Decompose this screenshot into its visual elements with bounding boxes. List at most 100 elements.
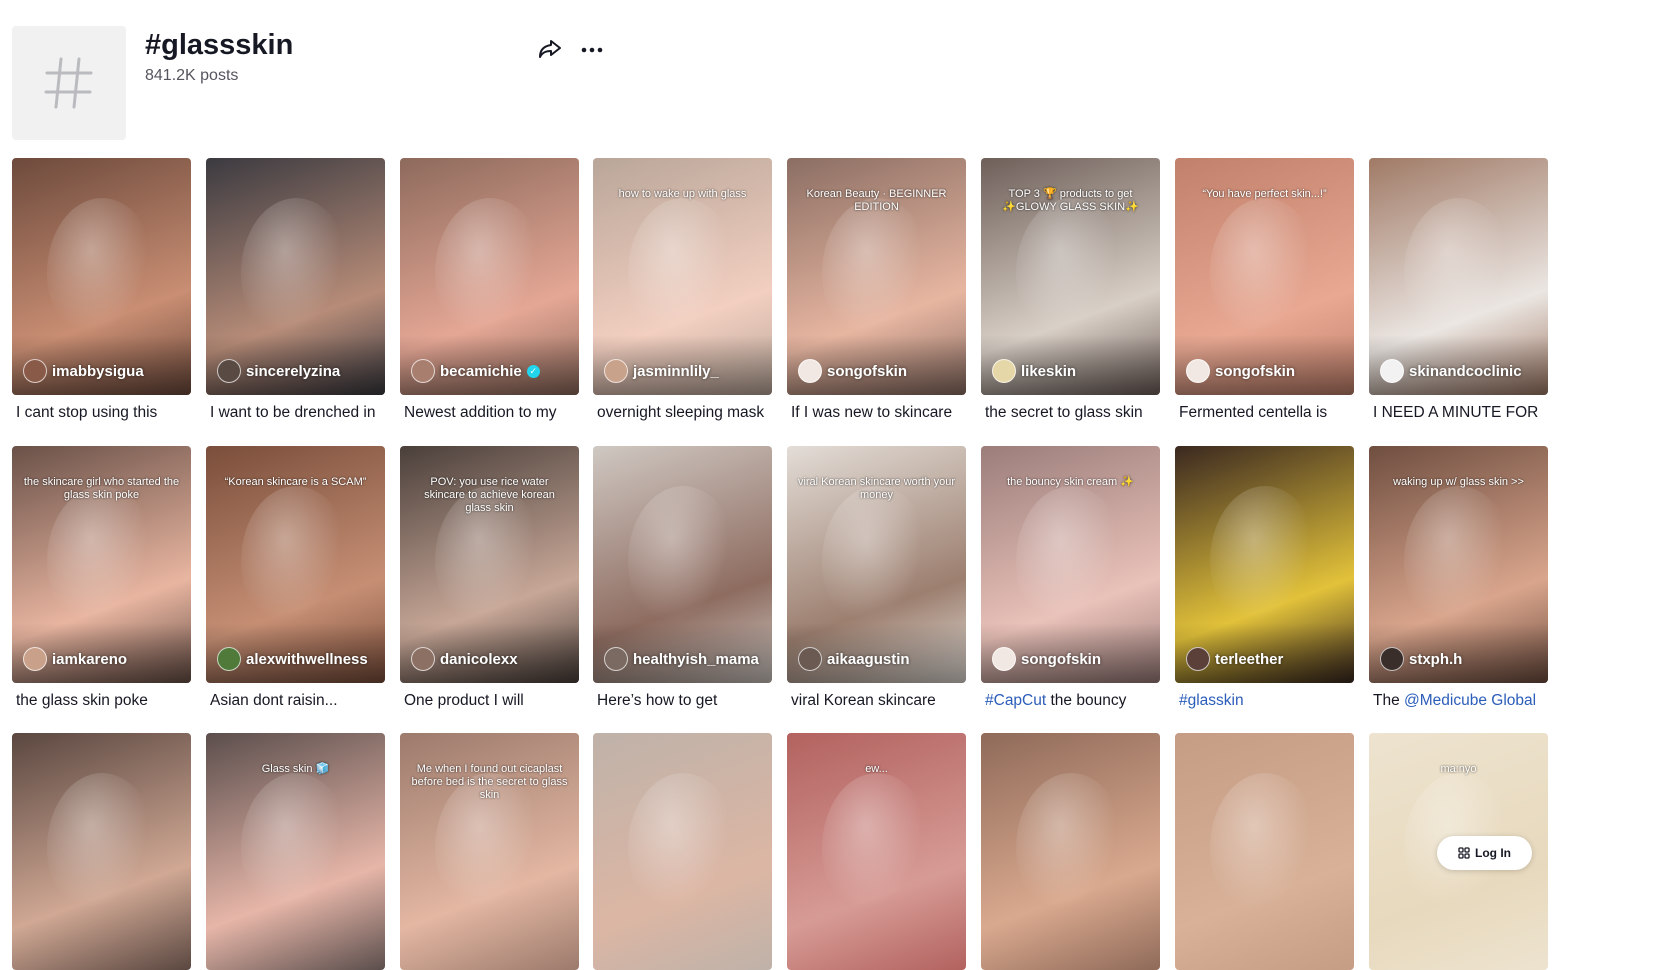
video-overlay-text: Korean Beauty · BEGINNER EDITION: [806, 188, 947, 213]
author-name: imabbysigua: [52, 362, 144, 380]
video-thumbnail[interactable]: terleether: [1175, 446, 1354, 683]
video-author[interactable]: songofskin: [1186, 359, 1295, 383]
author-name: skinandcoclinic: [1409, 362, 1522, 380]
author-name: stxph.h: [1409, 650, 1463, 668]
video-thumbnail[interactable]: Me when I found out cicaplast before bed…: [400, 733, 579, 970]
video-thumbnail[interactable]: how to wake up with glass jasminnlily_: [593, 158, 772, 395]
video-author[interactable]: sincerelyzina: [217, 359, 340, 383]
author-avatar: [1186, 359, 1210, 383]
video-thumbnail[interactable]: skinandcoclinic: [1369, 158, 1548, 395]
caption-text: the glass skin poke: [16, 692, 148, 709]
video-thumbnail[interactable]: TOP 3 🏆 products to get ✨GLOWY GLASS SKI…: [981, 158, 1160, 395]
thumbnail-subject: [628, 773, 738, 923]
video-thumbnail[interactable]: the skincare girl who started the glass …: [12, 446, 191, 683]
author-avatar: [217, 647, 241, 671]
video-thumbnail[interactable]: waking up w/ glass skin >> stxph.h: [1369, 446, 1548, 683]
video-card[interactable]: imabbysigua I cant stop using this: [12, 158, 191, 422]
video-author[interactable]: danicolexx: [411, 647, 518, 671]
video-author[interactable]: skinandcoclinic: [1380, 359, 1522, 383]
video-card[interactable]: [593, 733, 772, 970]
video-card[interactable]: “Korean skincare is a SCAM” alexwithwelln…: [206, 446, 385, 710]
author-name: sincerelyzina: [246, 362, 341, 380]
video-card[interactable]: the skincare girl who started the glass …: [12, 446, 191, 710]
video-caption: the secret to glass skin: [981, 404, 1160, 422]
thumbnail-subject: [241, 486, 351, 636]
caption-hashtag-link[interactable]: @Medicube Global: [1404, 692, 1536, 709]
video-card[interactable]: viral Korean skincare worth your money ai…: [787, 446, 966, 710]
video-author[interactable]: songofskin: [798, 359, 907, 383]
video-author[interactable]: likeskin: [992, 359, 1076, 383]
video-card[interactable]: ew...: [787, 733, 966, 970]
author-name: aikaagustin: [827, 650, 910, 668]
video-card[interactable]: Glass skin 🧊: [206, 733, 385, 970]
video-card[interactable]: [12, 733, 191, 970]
video-thumbnail[interactable]: [12, 733, 191, 970]
video-thumbnail[interactable]: viral Korean skincare worth your money ai…: [787, 446, 966, 683]
video-author[interactable]: jasminnlily_: [604, 359, 719, 383]
login-button[interactable]: Log In: [1437, 836, 1532, 870]
thumbnail-subject: [435, 198, 545, 348]
caption-hashtag-link[interactable]: #glasskin: [1179, 692, 1244, 709]
video-card[interactable]: the bouncy skin cream ✨ songofskin #CapCut…: [981, 446, 1160, 710]
video-author[interactable]: imabbysigua: [23, 359, 144, 383]
thumbnail-subject: [822, 773, 932, 923]
video-card[interactable]: Korean Beauty · BEGINNER EDITION songofsk…: [787, 158, 966, 422]
video-card[interactable]: how to wake up with glass jasminnlily_ ove…: [593, 158, 772, 422]
video-thumbnail[interactable]: “Korean skincare is a SCAM” alexwithwelln…: [206, 446, 385, 683]
author-name: danicolexx: [440, 650, 518, 668]
video-thumbnail[interactable]: POV: you use rice water skincare to achi…: [400, 446, 579, 683]
video-thumbnail[interactable]: [593, 733, 772, 970]
video-card[interactable]: Me when I found out cicaplast before bed…: [400, 733, 579, 970]
video-card[interactable]: POV: you use rice water skincare to achi…: [400, 446, 579, 710]
thumbnail-subject: [47, 486, 157, 636]
video-author[interactable]: aikaagustin: [798, 647, 910, 671]
caption-prefix: The: [1373, 692, 1405, 709]
video-thumbnail[interactable]: Korean Beauty · BEGINNER EDITION songofsk…: [787, 158, 966, 395]
author-avatar: [604, 647, 628, 671]
video-caption: the glass skin poke: [12, 692, 191, 710]
video-thumbnail[interactable]: healthyish_mama: [593, 446, 772, 683]
more-options-button[interactable]: [578, 36, 606, 64]
video-thumbnail[interactable]: Glass skin 🧊: [206, 733, 385, 970]
thumbnail-subject: [822, 198, 932, 348]
video-author[interactable]: alexwithwellness: [217, 647, 368, 671]
video-card[interactable]: sincerelyzina I want to be drenched in: [206, 158, 385, 422]
video-overlay-text: Me when I found out cicaplast before bed…: [411, 763, 568, 801]
video-author[interactable]: iamkareno: [23, 647, 127, 671]
video-thumbnail[interactable]: the bouncy skin cream ✨ songofskin: [981, 446, 1160, 683]
post-count: 841.2K posts: [145, 67, 239, 84]
caption-text: Here’s how to get: [597, 692, 718, 709]
share-button[interactable]: [537, 36, 565, 64]
thumbnail-subject: [241, 198, 351, 348]
video-card[interactable]: healthyish_mama Here’s how to get: [593, 446, 772, 710]
video-card[interactable]: TOP 3 🏆 products to get ✨GLOWY GLASS SKI…: [981, 158, 1160, 422]
video-author[interactable]: becamichie ✓: [411, 359, 540, 383]
video-overlay-text: ma:nyo: [1440, 763, 1477, 775]
caption-hashtag-link[interactable]: #CapCut: [985, 692, 1046, 709]
video-card[interactable]: “You have perfect skin...!” songofskin Fer…: [1175, 158, 1354, 422]
caption-text: I want to be drenched in: [210, 404, 376, 421]
video-card[interactable]: skinandcoclinic I NEED A MINUTE FOR: [1369, 158, 1548, 422]
author-name: jasminnlily_: [633, 362, 719, 380]
video-author[interactable]: healthyish_mama: [604, 647, 759, 671]
author-name: songofskin: [827, 362, 908, 380]
video-card[interactable]: becamichie ✓ Newest addition to my: [400, 158, 579, 422]
video-overlay-text: waking up w/ glass skin >>: [1393, 476, 1524, 488]
video-thumbnail[interactable]: imabbysigua: [12, 158, 191, 395]
hashtag-avatar: [12, 26, 126, 140]
video-thumbnail[interactable]: becamichie ✓: [400, 158, 579, 395]
video-thumbnail[interactable]: “You have perfect skin...!” songofskin: [1175, 158, 1354, 395]
video-overlay-text: viral Korean skincare worth your money: [797, 476, 956, 501]
video-thumbnail[interactable]: [981, 733, 1160, 970]
thumbnail-subject: [47, 198, 157, 348]
video-card[interactable]: waking up w/ glass skin >> stxph.h The @Me…: [1369, 446, 1548, 710]
video-card[interactable]: [981, 733, 1160, 970]
video-author[interactable]: songofskin: [992, 647, 1101, 671]
video-card[interactable]: [1175, 733, 1354, 970]
video-thumbnail[interactable]: ew...: [787, 733, 966, 970]
video-card[interactable]: terleether #glasskin: [1175, 446, 1354, 710]
video-author[interactable]: stxph.h: [1380, 647, 1462, 671]
video-thumbnail[interactable]: [1175, 733, 1354, 970]
video-thumbnail[interactable]: sincerelyzina: [206, 158, 385, 395]
video-author[interactable]: terleether: [1186, 647, 1283, 671]
